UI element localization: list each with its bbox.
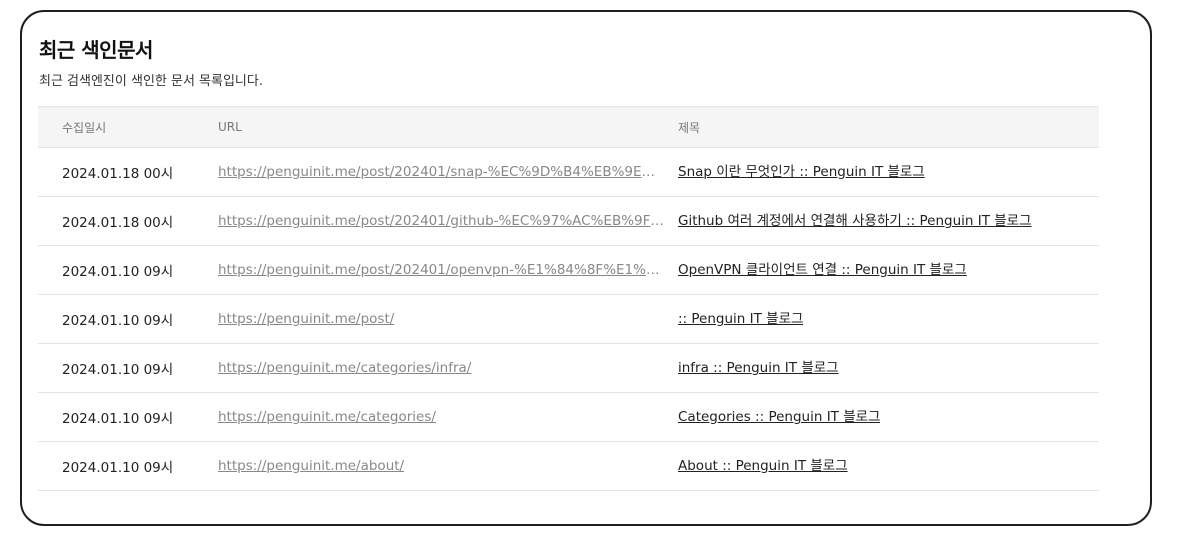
- table-row: 2024.01.10 09시 https://penguinit.me/cate…: [38, 393, 1099, 442]
- indexed-documents-table: 수집일시 URL 제목 2024.01.18 00시 https://pengu…: [38, 106, 1099, 491]
- panel-subtitle: 최근 검색엔진이 색인한 문서 목록입니다.: [39, 74, 263, 89]
- row-title-link[interactable]: infra :: Penguin IT 블로그: [678, 356, 839, 376]
- row-url-link[interactable]: https://penguinit.me/about/: [218, 458, 664, 474]
- table-row: 2024.01.10 09시 https://penguinit.me/abou…: [38, 442, 1099, 491]
- header-url: URL: [218, 120, 242, 134]
- row-title-link[interactable]: :: Penguin IT 블로그: [678, 307, 803, 327]
- table-row: 2024.01.10 09시 https://penguinit.me/post…: [38, 246, 1099, 295]
- panel-title: 최근 색인문서: [39, 38, 153, 62]
- row-url-link[interactable]: https://penguinit.me/post/202401/openvpn…: [218, 262, 664, 278]
- row-date: 2024.01.18 00시: [62, 215, 174, 231]
- header-collected-at: 수집일시: [62, 120, 107, 135]
- row-url-link[interactable]: https://penguinit.me/post/202401/snap-%E…: [218, 164, 664, 180]
- row-title-link[interactable]: Github 여러 계정에서 연결해 사용하기 :: Penguin IT 블로…: [678, 209, 1032, 229]
- table-header-row: 수집일시 URL 제목: [38, 106, 1099, 148]
- recent-indexed-documents-panel: 최근 색인문서 최근 검색엔진이 색인한 문서 목록입니다. 수집일시 URL …: [20, 10, 1152, 526]
- table-row: 2024.01.18 00시 https://penguinit.me/post…: [38, 148, 1099, 197]
- row-date: 2024.01.10 09시: [62, 313, 174, 329]
- row-url-link[interactable]: https://penguinit.me/post/: [218, 311, 664, 327]
- row-date: 2024.01.10 09시: [62, 460, 174, 476]
- row-url-link[interactable]: https://penguinit.me/categories/infra/: [218, 360, 664, 376]
- table-row: 2024.01.10 09시 https://penguinit.me/cate…: [38, 344, 1099, 393]
- header-title: 제목: [678, 120, 701, 135]
- row-title-link[interactable]: Snap 이란 무엇인가 :: Penguin IT 블로그: [678, 160, 925, 180]
- row-title-link[interactable]: Categories :: Penguin IT 블로그: [678, 405, 880, 425]
- row-url-link[interactable]: https://penguinit.me/categories/: [218, 409, 664, 425]
- row-title-link[interactable]: About :: Penguin IT 블로그: [678, 454, 848, 474]
- row-date: 2024.01.18 00시: [62, 166, 174, 182]
- row-date: 2024.01.10 09시: [62, 264, 174, 280]
- row-url-link[interactable]: https://penguinit.me/post/202401/github-…: [218, 213, 664, 229]
- table-row: 2024.01.18 00시 https://penguinit.me/post…: [38, 197, 1099, 246]
- row-title-link[interactable]: OpenVPN 클라이언트 연결 :: Penguin IT 블로그: [678, 258, 967, 278]
- row-date: 2024.01.10 09시: [62, 411, 174, 427]
- row-date: 2024.01.10 09시: [62, 362, 174, 378]
- table-row: 2024.01.10 09시 https://penguinit.me/post…: [38, 295, 1099, 344]
